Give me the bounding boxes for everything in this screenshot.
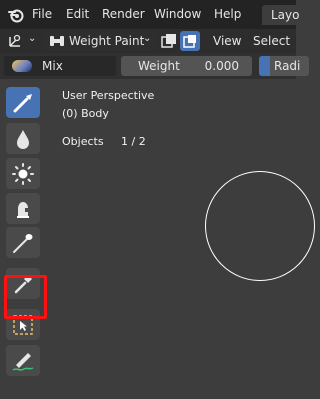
- menu-select[interactable]: Select: [253, 34, 290, 48]
- radius-slider[interactable]: Radi: [259, 56, 309, 76]
- editor-type-button[interactable]: ⌄: [4, 31, 38, 51]
- objects-stat-value: 1 / 2: [121, 135, 146, 148]
- brush-cursor-circle: [205, 171, 315, 281]
- weight-value: 0.000: [204, 59, 239, 73]
- smear-finger-icon: [17, 202, 29, 218]
- menu-view[interactable]: View: [213, 34, 241, 48]
- annotate-tool-button[interactable]: [6, 345, 40, 376]
- radius-label: Radi: [274, 59, 301, 73]
- viewport-header: ⌄ Weight Paint ⌄ View Select: [0, 29, 296, 53]
- overlay-toggle-button[interactable]: [160, 32, 178, 50]
- chevron-down-icon: ⌄: [28, 33, 37, 44]
- blur-drop-icon: [17, 130, 29, 149]
- menu-file[interactable]: File: [32, 7, 52, 21]
- brush-preview-icon: [12, 60, 32, 72]
- mask-toggle-button[interactable]: [180, 31, 200, 51]
- objects-stat-label: Objects: [62, 135, 104, 148]
- chevron-down-icon: ⌄: [143, 33, 152, 44]
- top-menu-bar: File Edit Render Window Help Layo: [0, 0, 302, 29]
- menu-help[interactable]: Help: [214, 7, 241, 21]
- blur-tool-button[interactable]: [6, 123, 40, 154]
- vertex-select-icon: [183, 35, 196, 48]
- draw-brush-icon: [13, 94, 32, 113]
- active-object-label: (0) Body: [62, 107, 109, 120]
- xray-icon: [161, 34, 176, 48]
- weight-label: Weight: [138, 59, 180, 73]
- radius-fill: [259, 56, 270, 76]
- average-tool-button[interactable]: [6, 158, 40, 189]
- workspace-tab-layout[interactable]: Layo: [262, 5, 302, 25]
- gradient-tool-button[interactable]: [6, 227, 40, 258]
- smear-tool-button[interactable]: [6, 193, 40, 224]
- mode-dropdown[interactable]: Weight Paint ⌄: [45, 31, 155, 51]
- weight-slider[interactable]: Weight 0.000: [121, 56, 252, 76]
- weight-paint-mode-icon: [50, 36, 64, 46]
- menu-window[interactable]: Window: [154, 7, 201, 21]
- menu-edit[interactable]: Edit: [66, 7, 89, 21]
- brush-name: Mix: [42, 59, 63, 73]
- blender-logo-icon[interactable]: [7, 6, 25, 24]
- gradient-icon: [13, 234, 33, 253]
- workspace-tab-label: Layo: [271, 8, 300, 22]
- average-sun-icon: [12, 163, 34, 185]
- brush-selector[interactable]: Mix: [4, 56, 116, 76]
- highlight-box: [4, 275, 47, 319]
- viewport-perspective-label: User Perspective: [62, 89, 155, 102]
- annotate-pencil-icon: [12, 353, 34, 371]
- transform-gizmo-icon: [9, 34, 21, 47]
- left-toolbar: [0, 83, 46, 383]
- menu-render[interactable]: Render: [102, 7, 145, 21]
- mode-label: Weight Paint: [69, 34, 145, 48]
- draw-tool-button[interactable]: [6, 87, 40, 118]
- tool-settings-bar: Mix Weight 0.000 Radi: [0, 53, 309, 79]
